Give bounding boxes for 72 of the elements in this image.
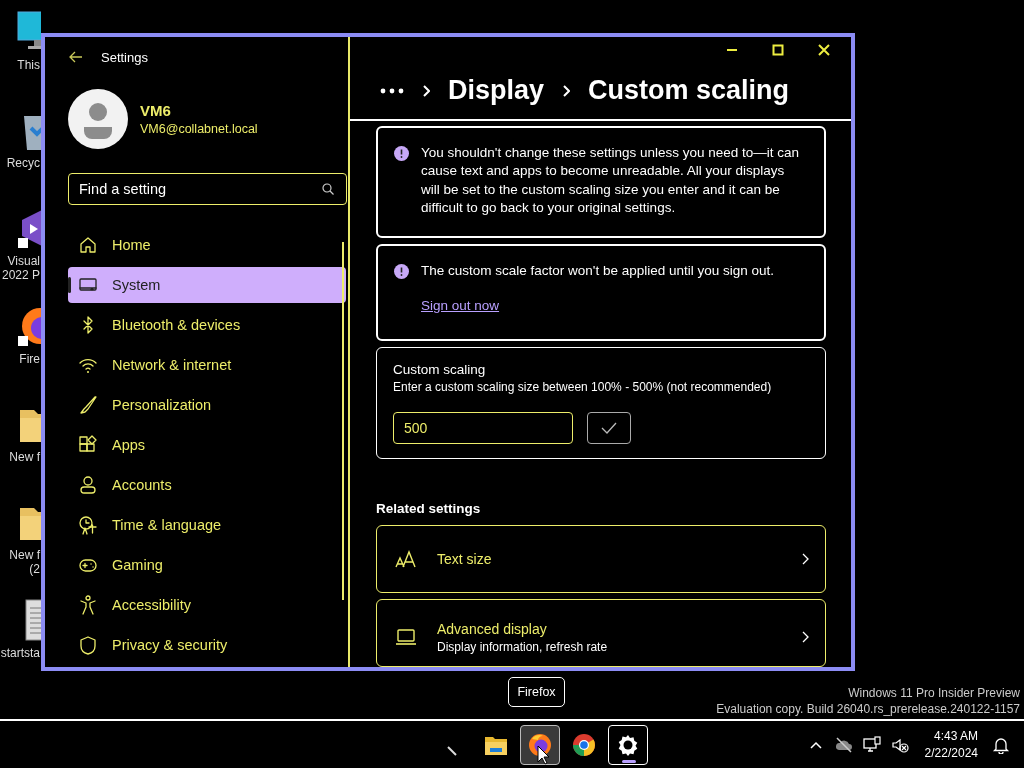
nav-item[interactable]: Network & internet <box>68 347 346 383</box>
breadcrumb-item[interactable]: Display <box>448 75 545 107</box>
nav-item[interactable]: Gaming <box>68 547 346 583</box>
cloud-off-icon[interactable] <box>834 735 853 754</box>
clock-time: 4:43 AM <box>933 727 978 745</box>
nav-item[interactable]: Apps <box>68 427 346 463</box>
card-title: Custom scaling <box>393 362 487 377</box>
tooltip: Firefox <box>508 677 565 707</box>
nav-item[interactable]: Bluetooth & devices <box>68 307 346 343</box>
nav-item[interactable]: Privacy & security <box>68 627 346 663</box>
close-button[interactable] <box>818 44 830 56</box>
info-icon <box>394 145 409 161</box>
maximize-button[interactable] <box>772 44 784 56</box>
chevron-icon <box>422 84 430 97</box>
build-info-text: Windows 11 Pro Insider Preview <box>847 685 1020 701</box>
network-icon[interactable] <box>862 735 881 754</box>
more-icon[interactable] <box>380 87 404 94</box>
related-setting-row[interactable]: Advanced display Display information, refresh rate <box>376 599 826 667</box>
user-email: VM6@collabnet.local <box>140 122 258 136</box>
setting-description: Display information, refresh rate <box>437 639 609 654</box>
avatar-icon <box>68 89 128 149</box>
build-info-text: Evaluation copy. Build 26040.rs_prerelease.240122-1157 <box>716 701 1020 717</box>
bell-icon[interactable] <box>992 735 1010 754</box>
clock-date: 2/22/2024 <box>924 744 978 762</box>
search-icon <box>322 183 334 195</box>
window-title: Settings <box>101 49 148 65</box>
chevron-icon <box>801 553 809 565</box>
section-heading: Related settings <box>376 501 482 516</box>
mouse-pointer-icon <box>537 745 550 765</box>
search-field[interactable]: Find a setting <box>68 173 347 205</box>
back-icon[interactable] <box>69 50 83 64</box>
brush-icon <box>78 395 98 415</box>
setting-title: Text size <box>437 551 493 567</box>
nav-item[interactable]: Accessibility <box>68 587 346 623</box>
shield-icon <box>78 635 98 655</box>
text-size-icon <box>395 549 417 569</box>
nav-item[interactable]: System <box>68 267 346 303</box>
notice-text: You shouldn't change these settings unless you need to—it can cause text and apps to become unreadable. All your displays will be set to the custom scaling size you enter and it can be difficult to go back to your original settings. <box>421 143 801 217</box>
nav-item[interactable]: Home <box>68 227 346 263</box>
clock-language-icon <box>78 515 98 535</box>
pen-icon <box>447 745 457 756</box>
breadcrumb-item[interactable]: Custom scaling <box>588 75 790 107</box>
person-icon <box>78 475 98 495</box>
info-icon <box>394 263 409 279</box>
apps-icon <box>78 435 98 455</box>
clock[interactable]: 4:43 AM 2/22/2024 <box>924 727 978 762</box>
accessibility-icon <box>78 595 98 615</box>
nav-item[interactable]: Personalization <box>68 387 346 423</box>
home-icon <box>78 235 98 255</box>
desktop-icon-label[interactable]: New f (2 <box>0 548 40 576</box>
user-name: VM6 <box>140 102 172 119</box>
desktop-icon-label[interactable]: Visual 2022 P <box>0 254 40 282</box>
sign-out-link[interactable]: Sign out now <box>421 298 775 313</box>
notice-text: The custom scale factor won't be applied until you sign out. <box>421 261 775 280</box>
laptop-icon <box>395 627 417 647</box>
desktop-icon-label[interactable]: Recyc <box>0 156 40 170</box>
nav-item[interactable]: Time & language <box>68 507 346 543</box>
chevron-icon <box>562 84 571 97</box>
desktop-icon-label[interactable]: New f <box>0 450 40 464</box>
scaling-input[interactable]: 500 <box>393 412 573 444</box>
checkmark-icon <box>601 422 617 434</box>
setting-title: Advanced display <box>437 620 548 637</box>
scrollbar[interactable] <box>342 242 344 600</box>
desktop-icon-label[interactable]: This <box>0 58 40 72</box>
apply-button[interactable] <box>587 412 631 444</box>
nav-item[interactable]: Accounts <box>68 467 346 503</box>
chevron-icon <box>801 631 809 643</box>
desktop-icon-label[interactable]: startsta <box>0 646 40 660</box>
desktop-icon-label[interactable]: Fire <box>0 352 40 366</box>
card-description: Enter a custom scaling size between 100% - 500% (not recommended) <box>393 380 773 394</box>
related-setting-row[interactable]: Text size <box>376 525 826 593</box>
chrome-icon <box>572 732 596 757</box>
